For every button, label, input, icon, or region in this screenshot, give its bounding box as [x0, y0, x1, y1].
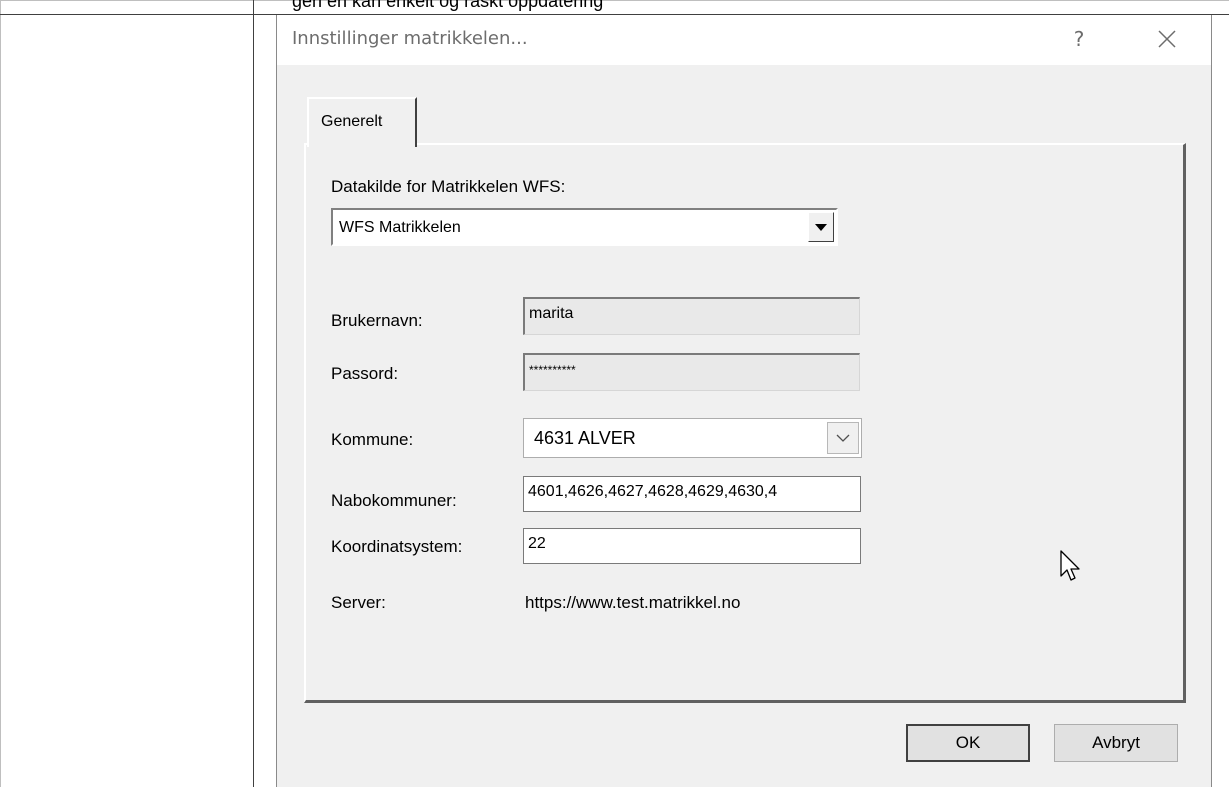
municipality-label: Kommune:	[331, 430, 414, 449]
coordsys-label: Koordinatsystem:	[331, 537, 463, 556]
doc-table-border-left	[0, 0, 1, 787]
server-label: Server:	[331, 593, 386, 612]
tab-label: Generelt	[321, 113, 383, 130]
datasource-value: WFS Matrikkelen	[339, 219, 461, 236]
doc-table-column-divider	[253, 0, 254, 787]
tab-generelt[interactable]: Generelt	[307, 97, 417, 147]
neighbors-label: Nabokommuner:	[331, 491, 457, 510]
cancel-button[interactable]: Avbryt	[1054, 724, 1178, 762]
doc-table-border-top	[0, 0, 1229, 1]
doc-background-text: gen en kan enkelt og raskt oppdatering	[292, 0, 604, 11]
chevron-down-icon	[836, 434, 850, 442]
help-icon: ?	[1073, 27, 1085, 51]
close-icon	[1158, 30, 1176, 48]
settings-dialog: Innstillinger matrikkelen... ? Generelt …	[276, 15, 1212, 787]
close-button[interactable]	[1142, 19, 1192, 59]
server-value: https://www.test.matrikkel.no	[525, 593, 741, 612]
password-field[interactable]: **********	[523, 353, 860, 391]
municipality-dropdown-button[interactable]	[827, 422, 859, 454]
username-label: Brukernavn:	[331, 311, 423, 330]
username-field[interactable]: marita	[523, 297, 860, 335]
dialog-titlebar[interactable]: Innstillinger matrikkelen... ?	[277, 15, 1211, 65]
dialog-title: Innstillinger matrikkelen...	[292, 28, 528, 49]
municipality-value: 4631 ALVER	[534, 428, 636, 448]
neighbors-field[interactable]: 4601,4626,4627,4628,4629,4630,4	[523, 476, 861, 512]
help-button[interactable]: ?	[1054, 19, 1104, 59]
municipality-select[interactable]: 4631 ALVER	[523, 418, 862, 458]
mouse-pointer-icon	[1060, 550, 1080, 581]
password-label: Passord:	[331, 364, 399, 383]
datasource-label: Datakilde for Matrikkelen WFS:	[331, 177, 566, 196]
datasource-select[interactable]: WFS Matrikkelen	[331, 208, 838, 246]
coordsys-field[interactable]: 22	[523, 528, 861, 564]
ok-button[interactable]: OK	[906, 724, 1030, 762]
datasource-dropdown-button[interactable]	[808, 212, 834, 242]
dropdown-arrow-icon	[815, 223, 827, 231]
